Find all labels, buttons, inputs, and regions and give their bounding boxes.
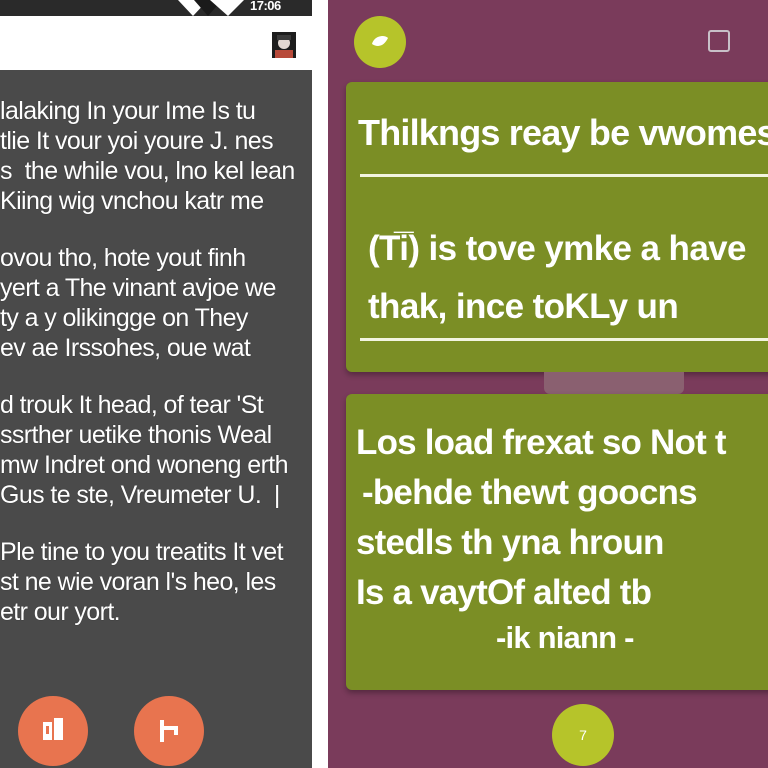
paragraph: Ple tine to you treatits It vet st ne wi… — [0, 537, 312, 627]
text-line: etr our yort. — [0, 598, 121, 626]
paragraph: d trouk It head, of tear 'St ssrther uet… — [0, 390, 312, 510]
play-logo-icon — [178, 0, 244, 16]
card-body: Los load frexat so Not t -behde thewt go… — [356, 418, 727, 658]
text-line: ty a y olikingge on They — [0, 304, 248, 332]
avatar-icon[interactable] — [272, 32, 296, 58]
text-line: d trouk It head, of tear 'St — [0, 391, 264, 419]
message-card[interactable]: Los load frexat so Not t -behde thewt go… — [346, 394, 768, 690]
text-line: yert a The vinant avjoe we — [0, 274, 276, 302]
app-bar — [0, 16, 312, 70]
leaf-icon — [372, 36, 388, 46]
paragraph: ovou tho, hote yout finh yert a The vina… — [0, 243, 312, 363]
bookmark-button[interactable] — [18, 696, 88, 766]
card-text-line: -behde thewt goocns — [362, 473, 698, 512]
right-phone-screen: Thilkngs reay be vwomes (Ti̅) is tove ym… — [328, 0, 768, 768]
text-line: Gus te ste, Vreumeter U. | — [0, 481, 280, 509]
card-text-line: stedls th yna hroun — [356, 523, 664, 562]
text-line: lalaking In your Ime Is tu — [0, 97, 256, 125]
card-text-line: Is a vaytOf alted tb — [356, 573, 652, 612]
text-line: st ne wie voran l's heo, les — [0, 568, 276, 596]
screen-divider — [312, 0, 328, 768]
card-text-line: -ik niann - — [496, 620, 634, 655]
square-outline-icon[interactable] — [708, 30, 730, 52]
text-line: ssrther uetike thonis Weal — [0, 421, 272, 449]
text-line: Kiing wig vnchou katr me — [0, 187, 264, 215]
bookmark-icon — [43, 718, 63, 740]
text-line: s the while vou, lno kel lean — [0, 157, 295, 185]
card-divider — [360, 174, 768, 177]
card-text-line: thak, ince toKLy un — [368, 287, 679, 326]
card-body: (Ti̅) is tove ymke a have thak, ince toK… — [368, 220, 747, 336]
card-title: Thilkngs reay be vwomes — [358, 112, 768, 153]
text-line: mw Indret ond woneng erth — [0, 451, 289, 479]
status-time: 17:06 — [250, 0, 281, 13]
text-line: Ple tine to you treatits It vet — [0, 538, 284, 566]
message-text: lalaking In your Ime Is tu tlie It vour … — [0, 96, 312, 654]
bottom-action-button[interactable]: 7 — [552, 704, 614, 766]
card-divider — [360, 338, 768, 341]
leaf-button[interactable] — [354, 16, 406, 68]
text-line: ovou tho, hote yout finh — [0, 244, 246, 272]
card-text-line: (Ti̅) is tove ymke a have — [368, 229, 747, 268]
card-tab — [544, 372, 684, 394]
left-phone-screen: 17:06 lalaking In your Ime Is tu tlie It… — [0, 0, 312, 768]
flag-icon — [160, 720, 178, 742]
text-line: ev ae Irssohes, oue wat — [0, 334, 251, 362]
paragraph: lalaking In your Ime Is tu tlie It vour … — [0, 96, 312, 216]
flag-button[interactable] — [134, 696, 204, 766]
text-line: tlie It vour yoi youre J. nes — [0, 127, 274, 155]
message-card[interactable]: Thilkngs reay be vwomes (Ti̅) is tove ym… — [346, 82, 768, 372]
status-bar: 17:06 — [0, 0, 312, 16]
card-text-line: Los load frexat so Not t — [356, 423, 727, 462]
